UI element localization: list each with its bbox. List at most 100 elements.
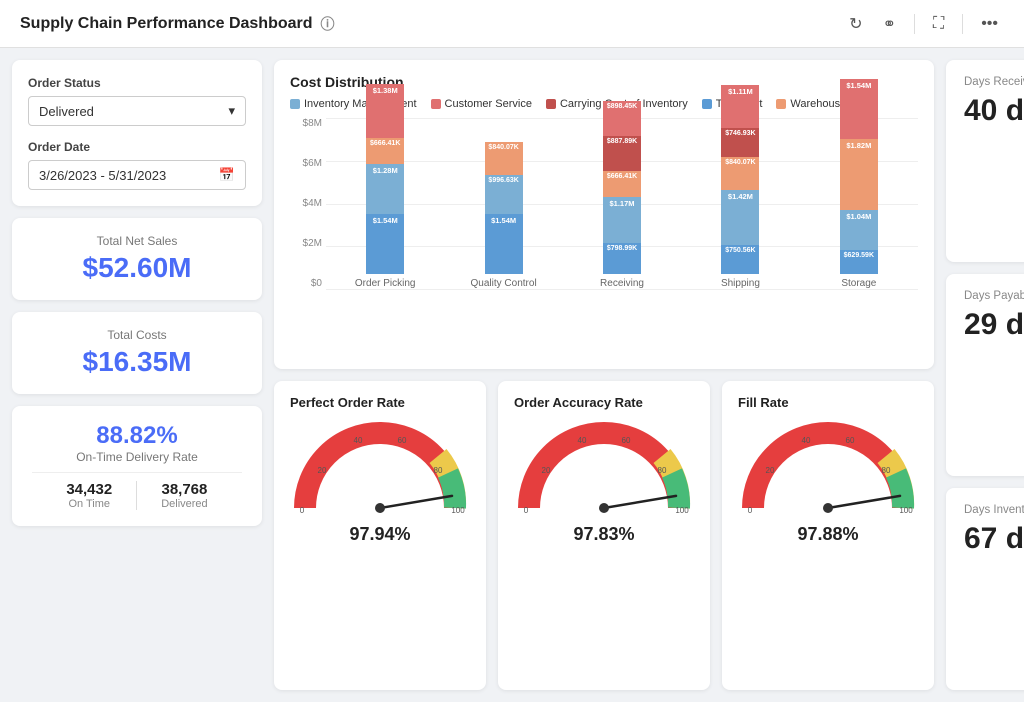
net-sales-label: Total Net Sales bbox=[32, 234, 242, 248]
gauge-fill-svg: 0 20 40 60 80 100 bbox=[738, 418, 918, 518]
on-time-sub: 34,432 On Time 38,768 Delivered bbox=[32, 481, 242, 510]
svg-text:80: 80 bbox=[658, 466, 667, 475]
chevron-down-icon: ▾ bbox=[228, 103, 235, 119]
gauge-order-accuracy: Order Accuracy Rate 0 20 40 60 80 100 97… bbox=[498, 381, 710, 690]
chart-area: $1.54M $1.28M $666.41K $1.38M Order Pick… bbox=[326, 118, 918, 289]
gauge-perfect-order: Perfect Order Rate 0 20 40 60 80 100 97.… bbox=[274, 381, 486, 690]
page-title: Supply Chain Performance Dashboard ⓘ bbox=[20, 14, 335, 34]
header-actions: ↻ ⚭ ⛶ ••• bbox=[843, 10, 1004, 38]
kpi-receivable-label: Days Receivable Outstandi... ⓘ bbox=[964, 74, 1024, 90]
bar-x-label: Receiving bbox=[600, 278, 644, 289]
on-time-count-value: 34,432 bbox=[66, 481, 112, 498]
svg-text:40: 40 bbox=[802, 436, 811, 445]
kpi-inventory-value: 67 days bbox=[964, 522, 1024, 556]
svg-text:40: 40 bbox=[354, 436, 363, 445]
dashboard: Order Status Delivered ▾ Order Date 3/26… bbox=[0, 48, 1024, 702]
bar-seg: $666.41K bbox=[366, 138, 404, 164]
bar-seg: $1.17M bbox=[603, 197, 641, 243]
header: Supply Chain Performance Dashboard ⓘ ↻ ⚭… bbox=[0, 0, 1024, 48]
bar-seg: $1.54M bbox=[485, 214, 523, 274]
bar-seg: $629.59K bbox=[840, 250, 878, 274]
expand-button[interactable]: ⛶ bbox=[927, 11, 950, 37]
gauge-fill-rate: Fill Rate 0 20 40 60 80 100 97.88% bbox=[722, 381, 934, 690]
gauge-perfect-value: 97.94% bbox=[349, 524, 410, 545]
svg-text:100: 100 bbox=[899, 506, 913, 515]
bar-seg: $898.45K bbox=[603, 101, 641, 136]
on-time-count-label: On Time bbox=[66, 498, 112, 510]
bar-x-label: Shipping bbox=[721, 278, 760, 289]
bar-x-label: Storage bbox=[841, 278, 876, 289]
total-costs-card: Total Costs $16.35M bbox=[12, 312, 262, 394]
right-column: Days Receivable Outstandi... ⓘ 40 days D… bbox=[946, 60, 1024, 690]
kpi-payable-value: 29 days bbox=[964, 308, 1024, 342]
bar-seg: $887.89K bbox=[603, 136, 641, 171]
svg-text:20: 20 bbox=[542, 466, 551, 475]
y-axis: $8M $6M $4M $2M $0 bbox=[290, 118, 326, 289]
svg-text:60: 60 bbox=[846, 436, 855, 445]
legend-customer-service: Customer Service bbox=[431, 98, 532, 110]
filters-card: Order Status Delivered ▾ Order Date 3/26… bbox=[12, 60, 262, 206]
costs-label: Total Costs bbox=[32, 328, 242, 342]
order-status-select[interactable]: Delivered ▾ bbox=[28, 96, 246, 126]
bar-group-receiving: $798.99K $1.17M $666.41K $887.89K $898.4… bbox=[567, 101, 677, 289]
order-date-label: Order Date bbox=[28, 140, 246, 154]
gauge-fill-value: 97.88% bbox=[797, 524, 858, 545]
bar-group-order-picking: $1.54M $1.28M $666.41K $1.38M Order Pick… bbox=[330, 84, 440, 289]
gauge-accuracy-value: 97.83% bbox=[573, 524, 634, 545]
bar-seg: $798.99K bbox=[603, 243, 641, 274]
costs-value: $16.35M bbox=[32, 346, 242, 378]
on-time-count: 34,432 On Time bbox=[66, 481, 112, 510]
bar-seg: $666.41K bbox=[603, 171, 641, 197]
link-button[interactable]: ⚭ bbox=[877, 10, 902, 38]
cost-distribution-card: Cost Distribution Inventory Management C… bbox=[274, 60, 934, 369]
svg-text:0: 0 bbox=[524, 506, 529, 515]
bar-group-shipping: $750.56K $1.42M $840.07K $746.93K $1.11M… bbox=[685, 85, 795, 289]
order-date-input[interactable]: 3/26/2023 - 5/31/2023 📅 bbox=[28, 160, 246, 190]
bar-seg: $840.07K bbox=[721, 157, 759, 190]
kpi-days-inventory: Days Inventory Outstanding ⓘ 67 days bbox=[946, 488, 1024, 690]
gauge-perfect-title: Perfect Order Rate bbox=[290, 395, 405, 410]
order-date-value: 3/26/2023 - 5/31/2023 bbox=[39, 168, 166, 183]
svg-text:60: 60 bbox=[398, 436, 407, 445]
kpi-days-payable: Days Payable Outstanding ⓘ 29 days bbox=[946, 274, 1024, 476]
svg-text:40: 40 bbox=[578, 436, 587, 445]
svg-text:20: 20 bbox=[766, 466, 775, 475]
bar-seg: $1.38M bbox=[366, 84, 404, 138]
net-sales-value: $52.60M bbox=[32, 252, 242, 284]
bar-seg: $1.11M bbox=[721, 85, 759, 128]
total-net-sales-card: Total Net Sales $52.60M bbox=[12, 218, 262, 300]
bar-seg: $1.04M bbox=[840, 210, 878, 250]
bar-seg: $1.54M bbox=[840, 79, 878, 139]
more-button[interactable]: ••• bbox=[975, 11, 1004, 37]
kpi-inventory-label: Days Inventory Outstanding ⓘ bbox=[964, 502, 1024, 518]
title-text: Supply Chain Performance Dashboard bbox=[20, 15, 313, 33]
delivered-count-label: Delivered bbox=[161, 498, 207, 510]
bar-seg: $750.56K bbox=[721, 245, 759, 274]
gauge-perfect-svg: 0 20 40 60 80 100 bbox=[290, 418, 470, 518]
delivered-count-value: 38,768 bbox=[161, 481, 207, 498]
bar-group-quality-control: $1.54M $996.63K $840.07K Quality Control bbox=[448, 142, 558, 289]
kpi-receivable-value: 40 days bbox=[964, 94, 1024, 128]
info-icon: ⓘ bbox=[321, 14, 335, 34]
svg-text:60: 60 bbox=[622, 436, 631, 445]
on-time-rate-value: 88.82% bbox=[32, 422, 242, 450]
svg-text:20: 20 bbox=[318, 466, 327, 475]
bar-seg: $1.82M bbox=[840, 139, 878, 210]
svg-text:100: 100 bbox=[451, 506, 465, 515]
refresh-button[interactable]: ↻ bbox=[843, 10, 868, 38]
bar-x-label: Order Picking bbox=[355, 278, 416, 289]
gauge-fill-title: Fill Rate bbox=[738, 395, 789, 410]
bar-seg: $996.63K bbox=[485, 175, 523, 214]
kpi-days-receivable: Days Receivable Outstandi... ⓘ 40 days bbox=[946, 60, 1024, 262]
bar-group-storage: $629.59K $1.04M $1.82M $1.54M Storage bbox=[804, 79, 914, 289]
on-time-card: 88.82% On-Time Delivery Rate 34,432 On T… bbox=[12, 406, 262, 526]
gauge-accuracy-svg: 0 20 40 60 80 100 bbox=[514, 418, 694, 518]
bar-x-label: Quality Control bbox=[471, 278, 537, 289]
on-time-rate-label: On-Time Delivery Rate bbox=[32, 450, 242, 464]
svg-text:0: 0 bbox=[748, 506, 753, 515]
bar-seg: $1.54M bbox=[366, 214, 404, 274]
bottom-gauges: Perfect Order Rate 0 20 40 60 80 100 97.… bbox=[274, 381, 934, 690]
order-status-label: Order Status bbox=[28, 76, 246, 90]
svg-text:100: 100 bbox=[675, 506, 689, 515]
svg-text:80: 80 bbox=[434, 466, 443, 475]
